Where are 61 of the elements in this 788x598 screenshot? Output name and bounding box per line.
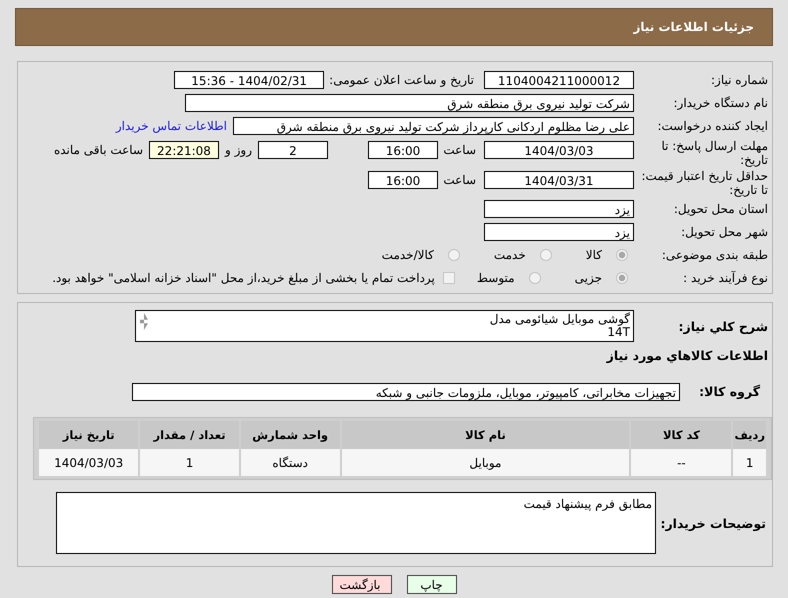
back-button[interactable]: بازگشت [332, 575, 392, 594]
field-label: ساعت [442, 143, 477, 157]
field-label: استان محل تحویل: [672, 202, 769, 216]
field-label: شهر محل تحویل: [680, 224, 769, 238]
field-label: طبقه بندی موضوعی: [660, 248, 769, 262]
table-cell: -- [631, 449, 732, 476]
field-label: روز و [224, 143, 253, 157]
text-field[interactable]: 1404/02/31 - 15:36 [174, 70, 324, 88]
column-header: ردیف [733, 421, 766, 449]
notes-textarea[interactable]: مطابق فرم پیشنهاد قیمت [56, 492, 656, 554]
table-cell: موبایل [342, 449, 630, 476]
option-label: متوسط [476, 270, 515, 284]
table-cell: 1404/03/03 [39, 449, 138, 476]
text-field[interactable]: یزد [484, 200, 634, 218]
section-heading: اطلاعات كالاهاي مورد نياز [606, 347, 769, 363]
column-header: نام کالا [342, 421, 630, 449]
field-label: نام دستگاه خریدار: [672, 96, 769, 110]
text-field[interactable]: یزد [484, 222, 634, 240]
text-field[interactable]: تجهیزات مخابراتی، کامپیوتر، موبایل، ملزومات جانبی و شبکه [132, 382, 680, 400]
text-field[interactable]: 22:21:08 [149, 141, 219, 159]
option-label: جزیی [574, 270, 602, 284]
option-label: کالا [586, 248, 602, 262]
column-header: تعداد / مقدار [140, 421, 239, 449]
text-field[interactable]: 1404/03/31 [484, 171, 634, 189]
field-label: ایجاد کننده درخواست: [656, 118, 769, 132]
text-field[interactable]: 16:00 [368, 171, 438, 189]
radio-button[interactable] [448, 248, 460, 260]
print-button[interactable]: چاپ [406, 575, 456, 594]
field-label: شماره نیاز: [710, 72, 769, 86]
text-field[interactable]: 2 [258, 141, 328, 159]
field-label: ساعت [442, 173, 477, 187]
field-label: تاریخ و ساعت اعلان عمومی: [328, 72, 475, 86]
field-label: مهلت ارسال پاسخ: تا تاریخ: [660, 138, 769, 167]
field-label: توضیحات خریدار: [659, 516, 767, 530]
radio-button[interactable] [616, 272, 628, 284]
page-title: جزئیات اطلاعات نیاز [633, 20, 754, 34]
text-field[interactable]: علی رضا مظلوم اردکانی کارپرداز شرکت تولید نیروی برق منطقه شرق [233, 116, 634, 134]
text-field[interactable]: 1404/03/03 [484, 141, 634, 159]
text-field[interactable]: 1104004211000012 [484, 70, 634, 88]
description-textarea[interactable]: گوشی موبایل شیائومی مدل 14T [135, 310, 634, 342]
field-label: نوع فرآیند خرید : [682, 270, 769, 284]
table-cell: 1 [733, 449, 766, 476]
radio-button[interactable] [540, 248, 552, 260]
radio-button[interactable] [616, 248, 628, 260]
field-label: گروه كالا: [698, 384, 761, 399]
field-label: شرح کلي نياز: [678, 318, 769, 334]
field-label: حداقل تاریخ اعتبار قیمت: تا تاریخ: [640, 168, 769, 197]
column-header: واحد شمارش [240, 421, 340, 449]
column-header: تاریخ نیاز [39, 421, 138, 449]
checkbox-label: پرداخت تمام یا بخشی از مبلغ خرید،از محل "اسناد خزانه اسلامی" خواهد بود. [52, 270, 435, 284]
option-label: خدمت [494, 248, 526, 262]
text-field[interactable]: 16:00 [368, 141, 438, 159]
text-field[interactable]: شرکت تولید نیروی برق منطقه شرق [185, 94, 634, 112]
radio-button[interactable] [528, 272, 541, 284]
contact-link[interactable]: اطلاعات تماس خریدار [116, 118, 233, 132]
checkbox[interactable] [442, 272, 455, 284]
option-label: کالا/خدمت [382, 248, 434, 262]
field-label: ساعت باقی مانده [52, 143, 144, 157]
table-cell: دستگاه [240, 449, 340, 476]
column-header: کد کالا [631, 421, 732, 449]
table-cell: 1 [140, 449, 239, 476]
